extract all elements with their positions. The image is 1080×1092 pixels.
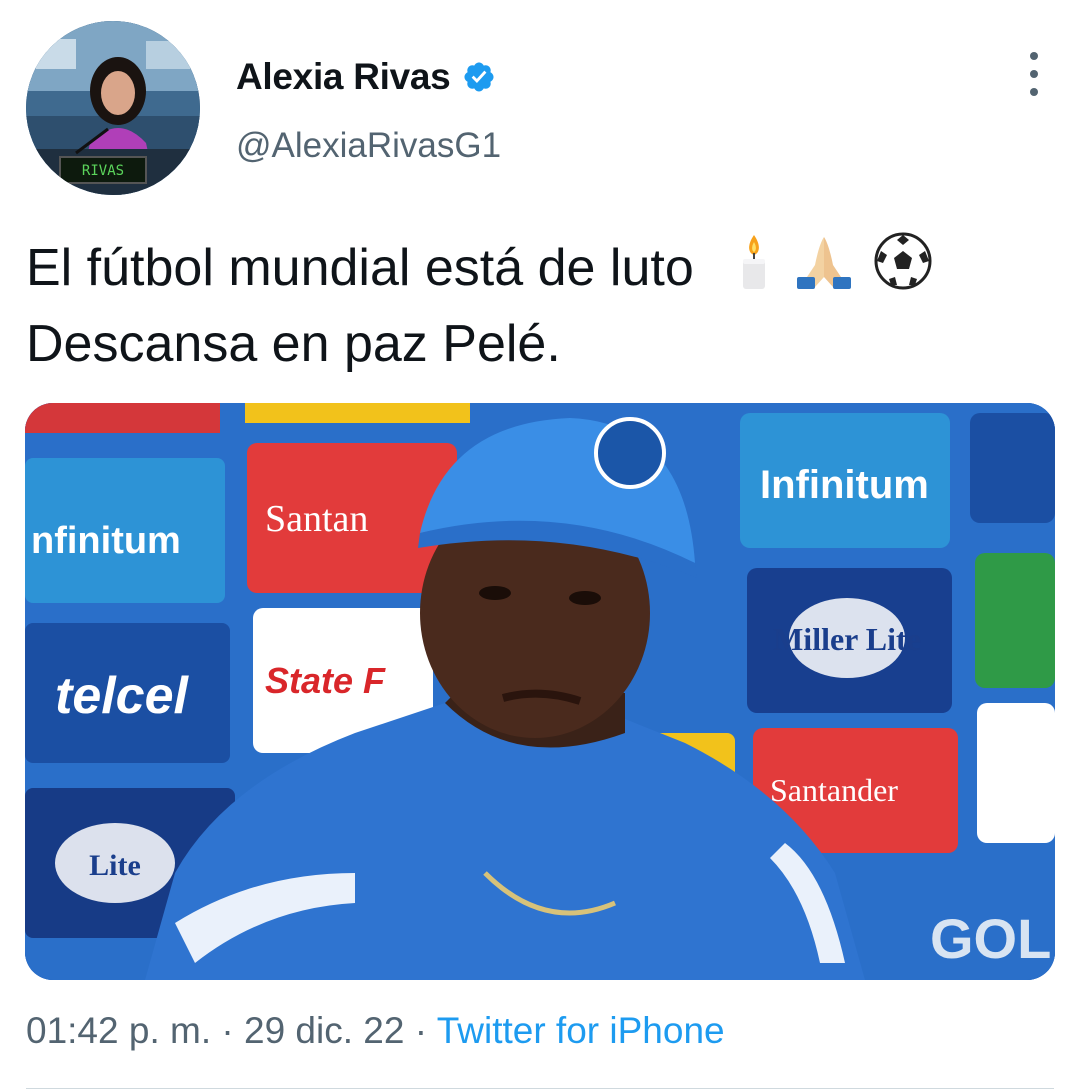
author-name-row[interactable]: Alexia Rivas [236, 52, 496, 102]
tweet-text-line-1: El fútbol mundial está de luto [26, 230, 1046, 306]
candle-emoji-icon [743, 235, 766, 289]
board-santander-1: Santan [265, 498, 368, 540]
tweet-date[interactable]: 29 dic. 22 [244, 1010, 404, 1051]
tweet-source-link[interactable]: Twitter for iPhone [437, 1010, 725, 1051]
avatar-image: RIVAS [26, 21, 200, 195]
board-telcel: telcel [55, 667, 190, 725]
soccer-ball-emoji-icon [874, 232, 932, 290]
board-infinitum-left: nfinitum [31, 520, 181, 562]
verified-badge-icon [464, 62, 494, 92]
divider [26, 1088, 1054, 1089]
board-miller-right: Miller Lite [773, 621, 921, 657]
tweet-metadata: 01:42 p. m. · 29 dic. 22 · Twitter for i… [26, 1010, 725, 1052]
board-santander-2: Santander [770, 772, 898, 808]
display-name[interactable]: Alexia Rivas [236, 56, 451, 98]
board-miller-left: Lite [89, 849, 141, 882]
avatar[interactable]: RIVAS [26, 21, 200, 195]
tweet-text: El fútbol mundial está de luto Descansa … [26, 230, 1046, 382]
tweet-text-line-2: Descansa en paz Pelé. [26, 315, 561, 373]
press-conference-photo: nfinitum Santan telcel State F Lite Infi… [25, 403, 1055, 980]
meta-separator-2: · [414, 1010, 428, 1051]
board-infinitum-right: Infinitum [760, 463, 929, 507]
avatar-nameplate: RIVAS [82, 163, 124, 179]
board-gol: GOL [930, 907, 1051, 970]
folded-hands-emoji-icon [796, 237, 851, 289]
meta-separator-1: · [221, 1010, 234, 1051]
board-statefarm: State F [265, 660, 386, 701]
author-handle[interactable]: @AlexiaRivasG1 [236, 126, 501, 166]
tweet-time[interactable]: 01:42 p. m. [26, 1010, 211, 1051]
tweet-media-photo[interactable]: nfinitum Santan telcel State F Lite Infi… [25, 403, 1055, 980]
tweet-card: RIVAS Alexia Rivas @AlexiaRivasG1 El fút… [0, 0, 1080, 1092]
more-options-icon[interactable] [1024, 52, 1044, 96]
